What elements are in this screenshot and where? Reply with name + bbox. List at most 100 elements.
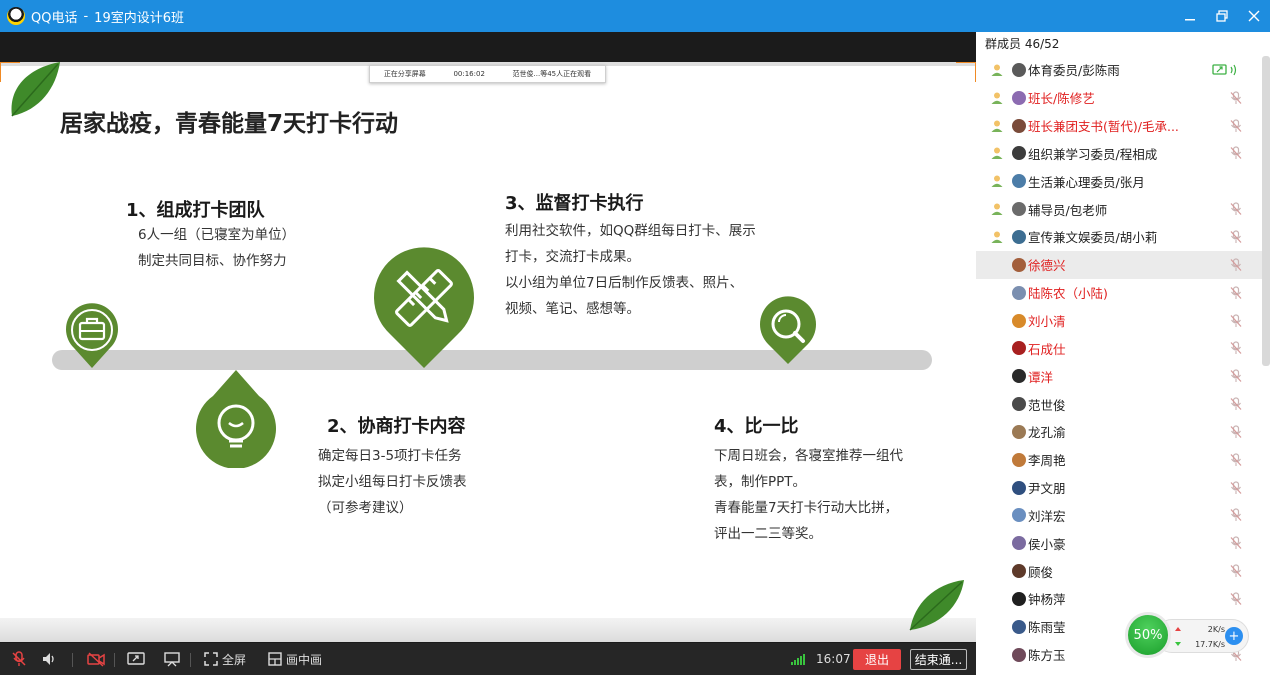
mic-muted-icon[interactable]	[1229, 480, 1243, 495]
step-4-line: 表，制作PPT。	[714, 474, 807, 490]
minimize-icon	[1185, 19, 1195, 21]
step-1-text: 6人一组（已寝室为单位） 制定共同目标、协作努力	[138, 222, 295, 274]
network-plus-icon[interactable]: +	[1225, 627, 1243, 645]
fullscreen-button[interactable]: 全屏	[204, 651, 246, 667]
briefcase-icon	[66, 303, 118, 368]
leaf-decoration-icon	[909, 580, 964, 631]
member-row[interactable]: 组织兼学习委员/程相成	[976, 140, 1262, 168]
magnifier-icon	[760, 296, 816, 364]
whiteboard-button[interactable]	[163, 651, 181, 667]
mic-muted-icon[interactable]	[1229, 313, 1243, 328]
step-1-line: 6人一组（已寝室为单位）	[138, 227, 296, 243]
step-3-line: 视频、笔记、感想等。	[505, 301, 640, 317]
step-2-line: （可参考建议）	[318, 500, 413, 516]
member-row[interactable]: 谭洋	[976, 362, 1262, 390]
member-row[interactable]: 石成仕	[976, 334, 1262, 362]
maximize-button[interactable]	[1206, 0, 1238, 32]
shared-screen-area[interactable]: 正在分享屏幕 00:16:02 范世俊...等45人正在观看 居家战疫，青春能量…	[0, 32, 976, 643]
member-name: 龙孔渝	[1028, 425, 1066, 441]
member-row[interactable]: 钟杨萍	[976, 585, 1262, 613]
presentation-icon	[164, 652, 180, 667]
member-panel: 群成员 46/52 体育委员/彭陈雨 班长/陈修艺 班长兼团支书(暂代)/毛承...…	[976, 32, 1270, 675]
avatar	[1012, 257, 1026, 272]
mic-muted-icon[interactable]	[1229, 369, 1243, 383]
speaker-button[interactable]	[41, 651, 57, 667]
mic-muted-icon[interactable]	[1229, 230, 1243, 244]
mic-muted-icon[interactable]	[1229, 425, 1243, 439]
member-row[interactable]: 生活兼心理委员/张月	[976, 167, 1262, 195]
call-toolbar: 全屏 画中画 16:07 退出 结束通...	[0, 643, 976, 675]
member-row[interactable]: 宣传兼文娱委员/胡小莉	[976, 223, 1262, 251]
member-row[interactable]: 顾俊	[976, 557, 1262, 585]
screen-share-icon	[127, 652, 145, 665]
network-usage-percent: 50%	[1125, 612, 1171, 658]
avatar	[1012, 424, 1026, 439]
mic-muted-icon[interactable]	[1229, 341, 1243, 355]
mic-muted-icon[interactable]	[1229, 91, 1243, 105]
member-row[interactable]: 陆陈农（小陆)	[976, 279, 1262, 307]
admin-role-icon	[991, 64, 1003, 76]
step-2-text: 确定每日3-5项打卡任务 拟定小组每日打卡反馈表 （可参考建议）	[318, 443, 467, 521]
member-row[interactable]: 体育委员/彭陈雨	[976, 56, 1262, 84]
avatar	[1012, 341, 1026, 356]
restore-icon	[1216, 10, 1228, 22]
admin-role-icon	[991, 203, 1003, 216]
member-name: 谭洋	[1028, 369, 1054, 385]
avatar	[1012, 369, 1026, 384]
avatar	[1012, 536, 1026, 551]
mic-muted-icon[interactable]	[1229, 286, 1243, 300]
step-3-line: 利用社交软件，如QQ群组每日打卡、展示	[505, 223, 756, 239]
member-row[interactable]: 范世俊	[976, 390, 1262, 418]
step-4-line: 青春能量7天打卡行动大比拼，	[714, 500, 899, 516]
mic-muted-icon[interactable]	[1229, 508, 1243, 522]
mic-muted-icon[interactable]	[1229, 453, 1243, 467]
member-name: 陈方玉	[1028, 648, 1066, 664]
member-row[interactable]: 侯小豪	[976, 529, 1262, 557]
pip-label: 画中画	[286, 652, 323, 667]
toolbar-separator	[114, 653, 115, 667]
mic-muted-icon[interactable]	[1229, 146, 1243, 160]
member-list: 体育委员/彭陈雨 班长/陈修艺 班长兼团支书(暂代)/毛承... 组织兼学习委员/程相…	[976, 56, 1262, 669]
mic-muted-icon[interactable]	[1229, 202, 1243, 216]
exit-button[interactable]: 退出	[853, 649, 901, 670]
mic-muted-icon[interactable]	[1229, 397, 1243, 411]
mic-muted-icon[interactable]	[1229, 258, 1243, 272]
admin-role-icon	[991, 147, 1003, 160]
share-screen-button[interactable]	[127, 651, 145, 667]
mic-muted-icon[interactable]	[1229, 592, 1243, 606]
screen-sharing-icon	[1212, 64, 1237, 76]
share-viewers: 范世俊...等45人正在观看	[512, 70, 592, 78]
minimize-button[interactable]	[1174, 0, 1206, 32]
camera-button[interactable]	[87, 651, 105, 667]
member-row[interactable]: 徐德兴	[976, 250, 1262, 279]
step-2-line: 拟定小组每日打卡反馈表	[318, 474, 467, 490]
member-row[interactable]: 班长/陈修艺	[976, 84, 1262, 112]
pip-icon	[268, 652, 282, 666]
network-widget[interactable]: 2K/s 17.7K/s + 50%	[1125, 612, 1251, 658]
avatar	[1012, 202, 1026, 217]
avatar	[1012, 62, 1026, 77]
member-row[interactable]: 刘洋宏	[976, 502, 1262, 530]
close-button[interactable]	[1238, 0, 1270, 32]
end-call-button[interactable]: 结束通...	[910, 649, 967, 670]
mic-muted-icon[interactable]	[1229, 119, 1243, 133]
mic-button[interactable]	[11, 651, 27, 667]
admin-role-icon	[991, 231, 1003, 243]
step-3-text: 利用社交软件，如QQ群组每日打卡、展示 打卡，交流打卡成果。 以小组为单位7日后…	[505, 218, 756, 322]
mic-muted-icon[interactable]	[1229, 536, 1243, 550]
member-row[interactable]: 辅导员/包老师	[976, 195, 1262, 223]
mic-muted-icon[interactable]	[1229, 564, 1243, 578]
picture-in-picture-button[interactable]: 画中画	[268, 651, 322, 667]
member-list-scrollbar[interactable]	[1262, 56, 1270, 366]
member-row[interactable]: 班长兼团支书(暂代)/毛承...	[976, 112, 1262, 140]
download-arrow-icon	[1175, 642, 1181, 646]
fullscreen-icon	[204, 652, 218, 666]
admin-role-icon	[991, 175, 1003, 188]
member-name: 宣传兼文娱委员/胡小莉	[1028, 230, 1158, 246]
member-row[interactable]: 尹文朋	[976, 474, 1262, 502]
step-4-text: 下周日班会，各寝室推荐一组代 表，制作PPT。 青春能量7天打卡行动大比拼， 评…	[714, 443, 903, 547]
member-row[interactable]: 龙孔渝	[976, 418, 1262, 446]
member-row[interactable]: 刘小清	[976, 307, 1262, 335]
avatar	[1012, 313, 1026, 328]
member-row[interactable]: 李周艳	[976, 446, 1262, 474]
